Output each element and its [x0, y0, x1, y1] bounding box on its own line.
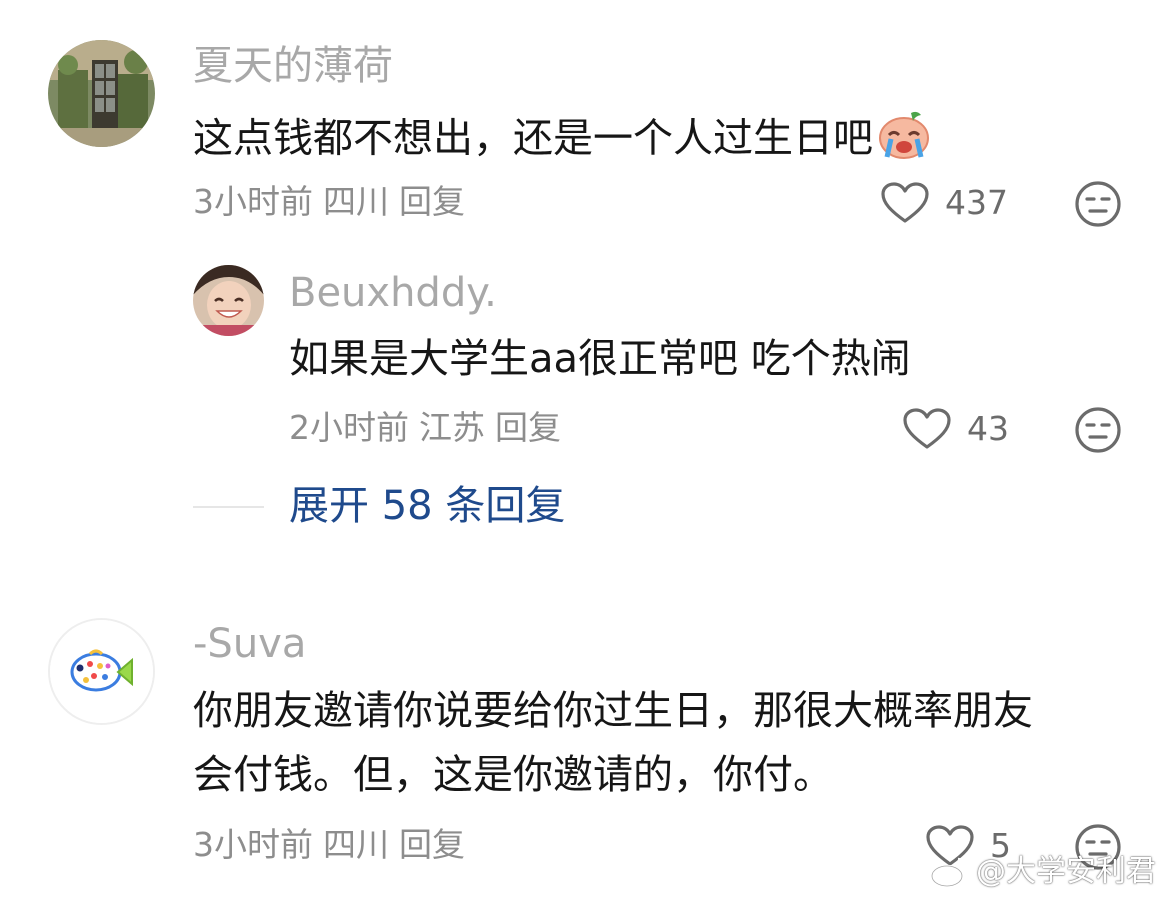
like-button[interactable]: 43 — [903, 408, 1009, 450]
comment-username[interactable]: -Suva — [193, 620, 306, 668]
avatar-window-image — [48, 40, 155, 147]
comment-meta: 3小时前 四川 回复 — [193, 825, 465, 865]
neutral-face-icon — [1075, 407, 1121, 453]
avatar-fish-image — [50, 620, 153, 723]
avatar[interactable] — [48, 618, 155, 725]
reply-location: 江苏 — [419, 408, 485, 447]
dislike-button[interactable] — [1074, 406, 1122, 458]
reply-button[interactable]: 回复 — [399, 182, 465, 221]
neutral-face-icon — [1075, 181, 1121, 227]
expand-replies-button[interactable]: 展开 58 条回复 — [289, 482, 565, 530]
comment-text-line2: 会付钱。但，这是你邀请的，你付。 — [193, 752, 833, 798]
comment-username[interactable]: 夏天的薄荷 — [193, 42, 393, 90]
like-count: 437 — [945, 183, 1008, 222]
avatar[interactable] — [48, 40, 155, 147]
comment-text: 这点钱都不想出，还是一个人过生日吧 — [193, 109, 933, 172]
comment-text-line1: 你朋友邀请你说要给你过生日，那很大概率朋友 — [193, 688, 1033, 734]
comment-time: 3小时前 — [193, 825, 313, 864]
watermark-text: @大学安利君 — [976, 854, 1156, 889]
like-count: 43 — [967, 409, 1009, 448]
watermark: @大学安利君 — [930, 854, 1156, 890]
like-button[interactable]: 437 — [881, 182, 1008, 224]
dislike-button[interactable] — [1074, 180, 1122, 232]
reply-text: 如果是大学生aa很正常吧 吃个热闹 — [289, 336, 911, 382]
crying-face-emoji-icon — [875, 109, 933, 172]
reply-username[interactable]: Beuxhddy. — [289, 269, 497, 317]
avatar[interactable] — [193, 265, 264, 336]
expand-divider — [193, 506, 264, 508]
reply-button[interactable]: 回复 — [399, 825, 465, 864]
comment-location: 四川 — [323, 825, 389, 864]
heart-icon — [903, 408, 951, 449]
weibo-logo-icon — [930, 857, 969, 888]
avatar-girl-image — [193, 265, 264, 336]
comment-location: 四川 — [323, 182, 389, 221]
reply-time: 2小时前 — [289, 408, 409, 447]
reply-button[interactable]: 回复 — [495, 408, 561, 447]
comment-text-body: 这点钱都不想出，还是一个人过生日吧 — [193, 115, 873, 162]
heart-icon — [881, 182, 929, 223]
comment-meta: 3小时前 四川 回复 — [193, 182, 465, 222]
reply-meta: 2小时前 江苏 回复 — [289, 408, 561, 448]
comment-time: 3小时前 — [193, 182, 313, 221]
